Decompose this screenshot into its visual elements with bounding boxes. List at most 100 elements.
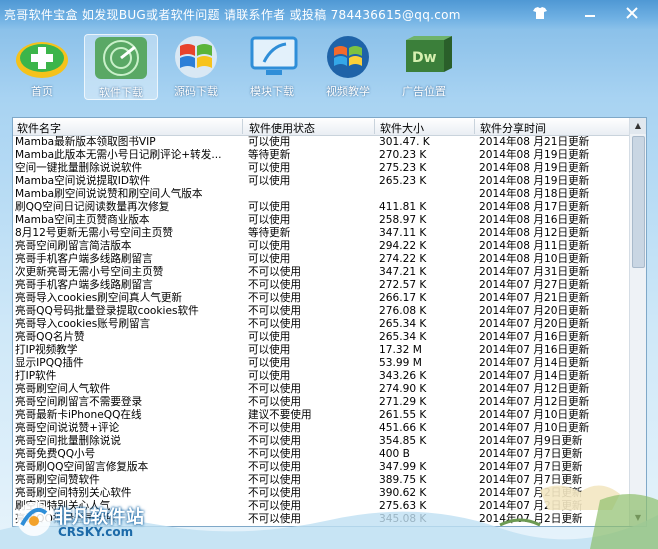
cell-status: 不可以使用	[248, 448, 301, 460]
list-header: 软件名字 软件使用状态 软件大小 软件分享时间	[13, 118, 630, 136]
cell-size: 271.29 K	[379, 396, 427, 408]
radar-icon	[95, 37, 147, 79]
cell-share-time: 2014年07 月16日更新	[479, 344, 590, 356]
cell-size: 274.22 K	[379, 253, 427, 265]
column-header-share-time[interactable]: 软件分享时间	[480, 120, 546, 136]
table-row[interactable]: 8月12号更新无需小号空间主页赞 等待更新 347.11 K 2014年08 月12日…	[13, 227, 630, 240]
table-row[interactable]: 刷QQ空间日记阅读数量再次修复 可以使用 411.81 K 2014年08 月17日更…	[13, 201, 630, 214]
table-row[interactable]: 亮哥QQ名片赞 可以使用 265.34 K 2014年07 月16日更新	[13, 331, 630, 344]
table-row[interactable]: 亮哥空间批量删除说说 不可以使用 354.85 K 2014年07 月9日更新	[13, 435, 630, 448]
toolbar-label: 模块下载	[250, 85, 294, 98]
cell-name: 亮哥最新卡iPhoneQQ在线	[15, 409, 142, 421]
table-row[interactable]: 亮哥刷空间人气软件 不可以使用 274.90 K 2014年07 月12日更新	[13, 383, 630, 396]
cell-size: 400 B	[379, 448, 410, 460]
cell-status: 可以使用	[248, 253, 291, 265]
cell-status: 不可以使用	[248, 513, 301, 525]
table-row[interactable]: Mamba刷空间说说赞和刷空间人气版本 2014年08 月18日更新	[13, 188, 630, 201]
software-list[interactable]: 软件名字 软件使用状态 软件大小 软件分享时间 Mamba最新版本领取图书VIP…	[12, 117, 647, 527]
cell-size: 354.85 K	[379, 435, 427, 447]
column-header-name[interactable]: 软件名字	[17, 120, 61, 136]
column-divider[interactable]	[474, 119, 475, 134]
shirt-icon[interactable]	[530, 6, 550, 24]
monitor-icon	[250, 36, 298, 75]
toolbar-software-download[interactable]: 软件下载	[84, 34, 158, 100]
table-row[interactable]: 亮哥空间说说赞+评论 不可以使用 451.66 K 2014年07 月10日更新	[13, 422, 630, 435]
cell-size: 272.57 K	[379, 279, 427, 291]
cell-share-time: 2014年08 月18日更新	[479, 188, 590, 200]
cell-share-time: 2014年07 月10日更新	[479, 409, 590, 421]
cell-name: 亮哥导入cookies刷空间真人气更新	[15, 292, 183, 304]
column-header-status[interactable]: 软件使用状态	[249, 120, 315, 136]
vertical-scrollbar[interactable]: ▲ ▼	[629, 118, 646, 526]
watermark-logo-icon	[17, 502, 51, 536]
cell-name: 亮哥空间批量删除说说	[15, 435, 121, 447]
table-row[interactable]: 亮哥QQ号码批量登录提取cookies软件 不可以使用 276.08 K 2014年0…	[13, 305, 630, 318]
column-header-size[interactable]: 软件大小	[380, 120, 424, 136]
scrollbar-thumb[interactable]	[632, 136, 645, 268]
table-row[interactable]: 亮哥手机客户端多线路刷留言 可以使用 274.22 K 2014年08 月10日更新	[13, 253, 630, 266]
table-row[interactable]: 亮哥导入cookies刷空间真人气更新 不可以使用 266.17 K 2014年07 …	[13, 292, 630, 305]
windows-logo-icon	[175, 36, 217, 78]
table-row[interactable]: 亮哥免费QQ小号 不可以使用 400 B 2014年07 月7日更新	[13, 448, 630, 461]
table-row[interactable]: 打IP软件 可以使用 343.26 K 2014年07 月14日更新	[13, 370, 630, 383]
minimize-icon[interactable]	[580, 6, 600, 24]
table-row[interactable]: Mamba最新版本领取图书VIP 可以使用 301.47. K 2014年08 月21…	[13, 136, 630, 149]
cell-status: 不可以使用	[248, 318, 301, 330]
scroll-down-icon[interactable]: ▼	[630, 510, 646, 526]
cell-size: 347.99 K	[379, 461, 427, 473]
cell-size: 258.97 K	[379, 214, 427, 226]
cell-size: 265.34 K	[379, 318, 427, 330]
table-row[interactable]: 亮哥手机客户端多线路刷留言 不可以使用 272.57 K 2014年07 月27日更新	[13, 279, 630, 292]
cell-status: 不可以使用	[248, 279, 301, 291]
cell-status: 不可以使用	[248, 435, 301, 447]
column-divider[interactable]	[374, 119, 375, 134]
toolbar-source-download[interactable]: 源码下载	[160, 34, 232, 98]
cell-size: 53.99 M	[379, 357, 422, 369]
table-row[interactable]: 亮哥空间刷留言不需要登录 不可以使用 271.29 K 2014年07 月12日更新	[13, 396, 630, 409]
cell-share-time: 2014年07 月27日更新	[479, 279, 590, 291]
cell-status: 不可以使用	[248, 396, 301, 408]
table-row[interactable]: 空间一键批量删除说说软件 可以使用 275.23 K 2014年08 月19日更新	[13, 162, 630, 175]
table-row[interactable]: Mamba此版本无需小号日记刷评论+转发... 等待更新 270.23 K 2014年…	[13, 149, 630, 162]
cell-share-time: 2014年07 月7日更新	[479, 448, 583, 460]
cell-share-time: 2014年07 月9日更新	[479, 435, 583, 447]
cell-name: 亮哥刷QQ空间留言修复版本	[15, 461, 149, 473]
table-row[interactable]: 亮哥最新卡iPhoneQQ在线 建议不要使用 261.55 K 2014年07 月10…	[13, 409, 630, 422]
cell-name: 亮哥导入cookies账号刷留言	[15, 318, 151, 330]
home-plus-icon	[16, 42, 68, 78]
table-row[interactable]: 打IP视频教学 可以使用 17.32 M 2014年07 月16日更新	[13, 344, 630, 357]
cell-name: Mamba空间主页赞商业版本	[15, 214, 150, 226]
table-row[interactable]: 次更新亮哥无需小号空间主页赞 不可以使用 347.21 K 2014年07 月31日更…	[13, 266, 630, 279]
cell-name: 刷QQ空间日记阅读数量再次修复	[15, 201, 170, 213]
toolbar-module-download[interactable]: 模块下载	[236, 34, 308, 98]
cell-size: 275.63 K	[379, 500, 427, 512]
cell-size: 389.75 K	[379, 474, 427, 486]
cell-status: 建议不要使用	[248, 409, 312, 421]
close-icon[interactable]	[622, 6, 642, 24]
cell-name: 次更新亮哥无需小号空间主页赞	[15, 266, 164, 278]
cell-status: 不可以使用	[248, 461, 301, 473]
windows-orb-icon	[327, 36, 369, 78]
toolbar-ad-position[interactable]: Dw 广告位置	[388, 34, 460, 98]
column-divider[interactable]	[242, 119, 243, 134]
table-row[interactable]: 亮哥导入cookies账号刷留言 不可以使用 265.34 K 2014年07 月20…	[13, 318, 630, 331]
cell-size: 275.23 K	[379, 162, 427, 174]
table-row[interactable]: 显示IPQQ插件 可以使用 53.99 M 2014年07 月14日更新	[13, 357, 630, 370]
cell-size: 451.66 K	[379, 422, 427, 434]
list-body: Mamba最新版本领取图书VIP 可以使用 301.47. K 2014年08 月21…	[13, 136, 630, 526]
toolbar-home[interactable]: 首页	[6, 34, 78, 98]
table-row[interactable]: 亮哥刷QQ空间留言修复版本 不可以使用 347.99 K 2014年07 月7日更新	[13, 461, 630, 474]
table-row[interactable]: 亮哥刷空间赞软件 不可以使用 389.75 K 2014年07 月7日更新	[13, 474, 630, 487]
cell-status: 可以使用	[248, 331, 291, 343]
scroll-up-icon[interactable]: ▲	[630, 118, 646, 134]
toolbar-label: 广告位置	[402, 85, 446, 98]
cell-size: 345.08 K	[379, 513, 427, 525]
toolbar-label: 首页	[31, 85, 53, 98]
table-row[interactable]: Mamba空间说说提取ID软件 可以使用 265.23 K 2014年08 月19日更…	[13, 175, 630, 188]
cell-share-time: 2014年08 月12日更新	[479, 227, 590, 239]
table-row[interactable]: 亮哥空间刷留言简洁版本 可以使用 294.22 K 2014年08 月11日更新	[13, 240, 630, 253]
cell-name: Mamba此版本无需小号日记刷评论+转发...	[15, 149, 222, 161]
table-row[interactable]: Mamba空间主页赞商业版本 可以使用 258.97 K 2014年08 月16日更新	[13, 214, 630, 227]
cell-name: 空间一键批量删除说说软件	[15, 162, 143, 174]
toolbar-video-tutorial[interactable]: 视频教学	[312, 34, 384, 98]
